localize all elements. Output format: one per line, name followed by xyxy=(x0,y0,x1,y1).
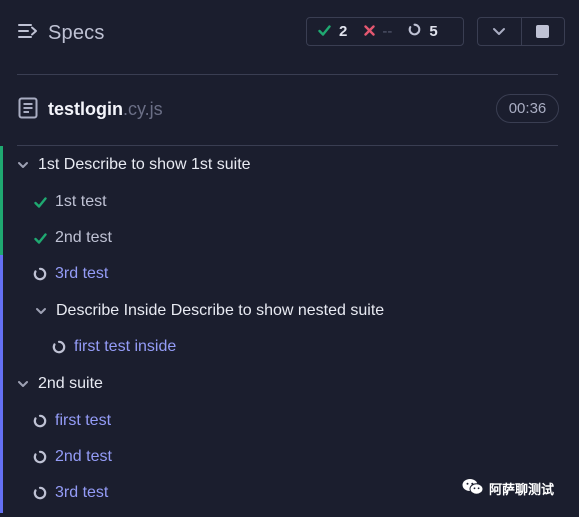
suite-row[interactable]: 1st Describe to show 1st suite xyxy=(15,151,251,179)
check-icon xyxy=(32,230,48,246)
x-icon xyxy=(364,23,376,40)
stop-button[interactable] xyxy=(520,18,565,45)
passed-status-bar xyxy=(0,146,3,255)
specs-nav-button[interactable]: Specs xyxy=(18,22,105,45)
spec-file-header: testlogin.cy.js 00:36 xyxy=(0,75,579,145)
pending-spinner-icon xyxy=(408,23,421,40)
chevron-down-icon xyxy=(15,376,31,392)
failed-count: -- xyxy=(382,23,393,40)
test-title: 3rd test xyxy=(55,484,109,501)
reporter-header: Specs 2 -- 5 xyxy=(0,0,579,74)
suite-title: 2nd suite xyxy=(38,375,103,392)
test-title: 2nd test xyxy=(55,229,112,246)
test-title: first test xyxy=(55,412,112,429)
passed-stat: 2 xyxy=(318,23,347,40)
stop-icon xyxy=(536,25,550,38)
file-divider xyxy=(17,145,558,146)
test-row[interactable]: 3rd test xyxy=(32,479,108,507)
pending-spinner-icon xyxy=(51,339,67,355)
chevron-down-icon xyxy=(492,23,506,41)
test-row[interactable]: first test xyxy=(32,407,111,435)
watermark-text: 阿萨聊测试 xyxy=(489,482,555,497)
test-row[interactable]: 3rd test xyxy=(32,260,108,288)
watermark: 阿萨聊测试 xyxy=(462,478,554,499)
spec-file-basename: testlogin xyxy=(48,99,123,119)
run-controls xyxy=(477,17,565,46)
test-row[interactable]: first test inside xyxy=(51,333,176,361)
passed-count: 2 xyxy=(339,23,348,40)
suite-title: 1st Describe to show 1st suite xyxy=(38,156,251,173)
failed-stat: -- xyxy=(364,23,392,40)
pending-status-bar xyxy=(0,255,3,513)
wechat-icon xyxy=(462,478,484,499)
pending-count: 5 xyxy=(429,23,438,40)
test-row[interactable]: 2nd test xyxy=(32,443,112,471)
suite-row[interactable]: 2nd suite xyxy=(15,370,103,398)
document-icon xyxy=(18,97,38,124)
test-title: 1st test xyxy=(55,193,107,210)
duration-badge: 00:36 xyxy=(496,94,559,123)
test-row[interactable]: 1st test xyxy=(32,188,107,216)
test-title: first test inside xyxy=(74,338,177,355)
test-title: 3rd test xyxy=(55,265,109,282)
pending-stat: 5 xyxy=(408,23,438,40)
check-icon xyxy=(318,23,331,40)
collapse-button[interactable] xyxy=(478,18,521,45)
spec-file-name[interactable]: testlogin.cy.js xyxy=(48,99,163,120)
test-stats: 2 -- 5 xyxy=(306,17,464,46)
pending-spinner-icon xyxy=(32,413,48,429)
chevron-down-icon xyxy=(15,157,31,173)
spec-file-extension: .cy.js xyxy=(123,99,163,119)
test-row[interactable]: 2nd test xyxy=(32,224,112,252)
pending-spinner-icon xyxy=(32,449,48,465)
chevron-down-icon xyxy=(33,303,49,319)
page-title: Specs xyxy=(48,22,105,44)
suite-title: Describe Inside Describe to show nested … xyxy=(56,302,385,319)
test-title: 2nd test xyxy=(55,448,112,465)
pending-spinner-icon xyxy=(32,485,48,501)
specs-list-icon xyxy=(18,22,38,45)
suite-row[interactable]: Describe Inside Describe to show nested … xyxy=(33,297,384,325)
pending-spinner-icon xyxy=(32,266,48,282)
check-icon xyxy=(32,194,48,210)
